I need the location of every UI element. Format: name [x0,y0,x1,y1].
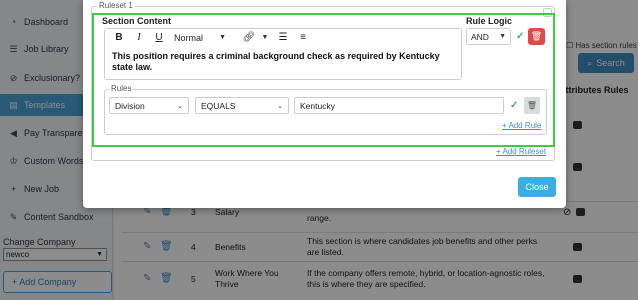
rule-field-value: Division [115,100,145,111]
bold-button[interactable]: B [111,31,127,45]
underline-button[interactable]: U [151,31,167,45]
rule-value-input[interactable]: Kentucky [294,97,504,114]
link-icon[interactable]: 🔗︎ [241,31,257,45]
check-icon[interactable]: ✓ [516,31,524,42]
delete-rule-button[interactable]: 🗑 [524,97,540,114]
numbered-list-icon[interactable]: ≡ [295,31,311,45]
bullet-list-icon[interactable]: ☰ [275,31,291,45]
rule-logic-select[interactable]: AND ▼ [466,28,511,45]
ruleset-label: Ruleset 1 [97,1,135,10]
rule-logic-value: AND [471,31,489,42]
format-select-value: Normal [174,32,204,43]
rules-label: Rules [109,84,134,93]
rule-logic-title: Rule Logic [466,16,513,26]
section-content-title: Section Content [102,16,171,26]
rule-operator-value: EQUALS [201,100,236,111]
italic-button[interactable]: I [131,31,147,45]
check-icon[interactable]: ✓ [510,100,518,111]
rule-field-select[interactable]: Division ⌄ [109,97,189,114]
chevron-down-icon: ▼ [499,33,506,40]
trash-icon: 🗑 [530,31,543,41]
close-button[interactable]: Close [518,177,556,197]
chevron-down-icon: ▼ [219,34,226,41]
trash-icon: 🗑 [526,101,538,110]
format-select[interactable]: Normal ▼ [171,31,229,45]
chevron-down-icon: ⌄ [277,102,283,110]
chevron-down-icon[interactable]: ▼ [261,31,269,45]
section-content-editor[interactable]: B I U Normal ▼ 🔗︎ ▼ ☰ ≡ This position re… [104,28,462,80]
chevron-down-icon: ⌄ [177,102,183,110]
editor-text[interactable]: This position requires a criminal backgr… [112,51,457,73]
rule-operator-select[interactable]: EQUALS ⌄ [195,97,289,114]
delete-section-button[interactable]: 🗑 [528,28,545,45]
add-ruleset-link[interactable]: + Add Ruleset [496,147,546,156]
ruleset-modal: Ruleset 1 Section Content Rule Logic B I… [83,0,566,208]
editor-toolbar: B I U Normal ▼ 🔗︎ ▼ ☰ ≡ [105,29,461,46]
add-rule-link[interactable]: + Add Rule [502,121,541,130]
